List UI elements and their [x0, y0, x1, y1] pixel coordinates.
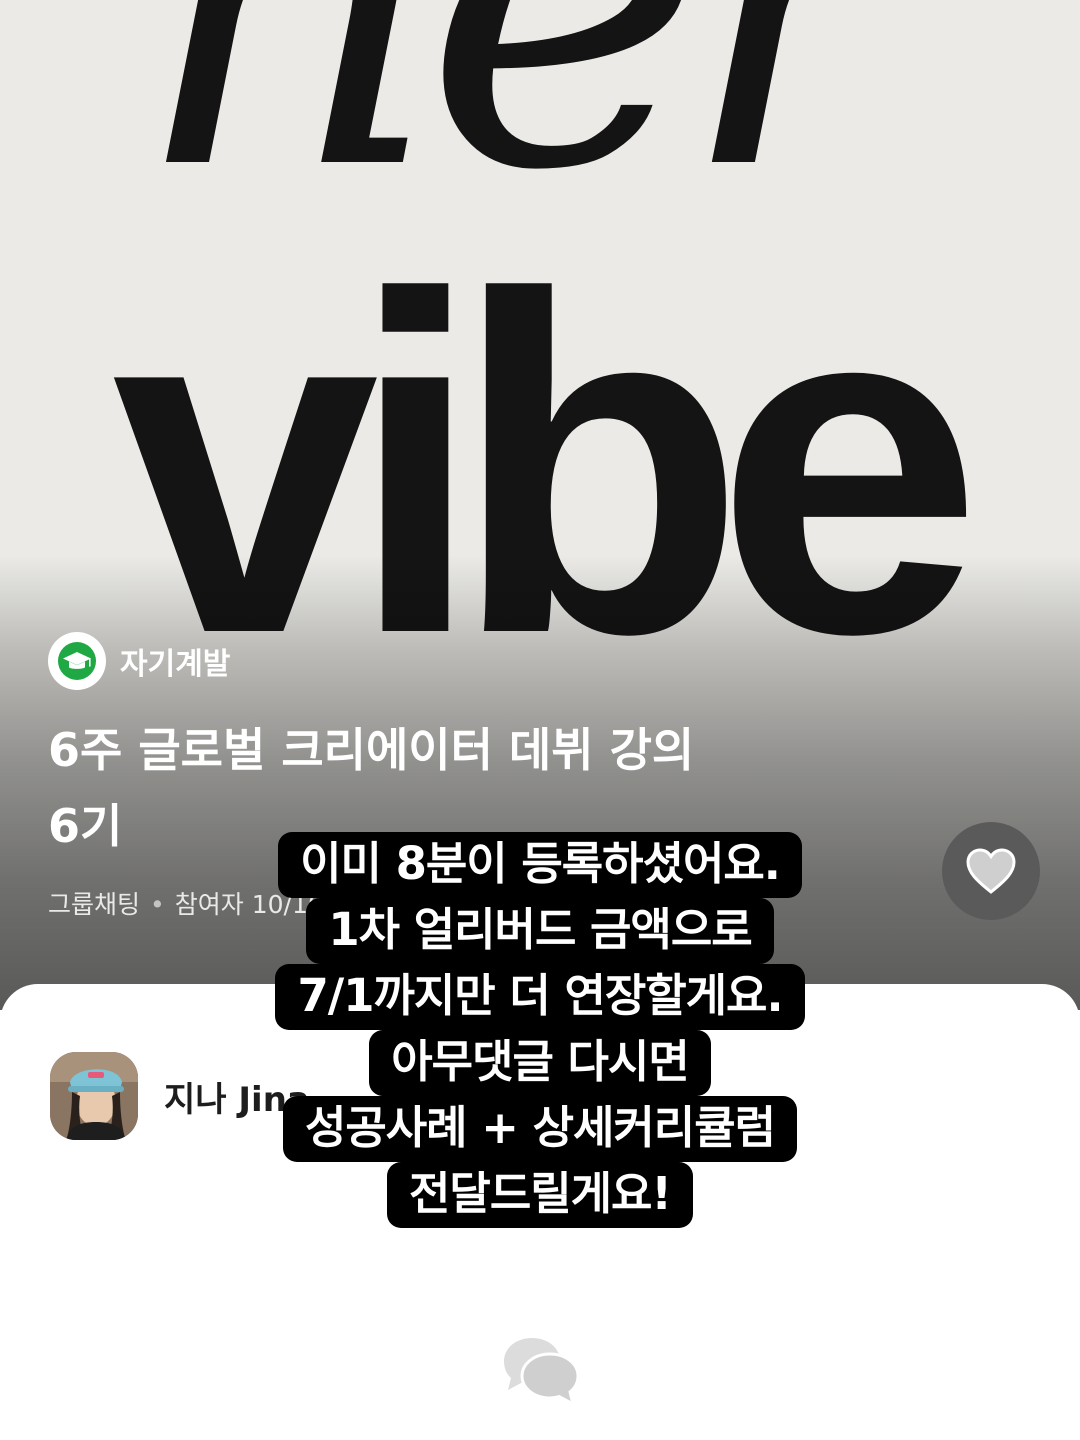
- story-caption: 이미 8분이 등록하셨어요. 1차 얼리버드 금액으로 7/1까지만 더 연장할…: [0, 832, 1080, 1228]
- category-tag: 자기계발: [48, 632, 230, 690]
- title-line-1: 6주 글로벌 크리에이터 데뷔 강의: [48, 723, 695, 777]
- caption-line-4: 아무댓글 다시면: [369, 1030, 711, 1096]
- caption-line-2: 1차 얼리버드 금액으로: [306, 898, 774, 964]
- chat-bubbles-icon[interactable]: [498, 1334, 582, 1406]
- graduation-cap-icon: [48, 632, 106, 690]
- category-label: 자기계발: [120, 647, 231, 682]
- caption-line-6: 전달드릴게요!: [387, 1162, 693, 1228]
- caption-line-3: 7/1까지만 더 연장할게요.: [275, 964, 805, 1030]
- caption-line-5: 성공사례 + 상세커리큘럼: [282, 1096, 798, 1162]
- caption-line-1: 이미 8분이 등록하셨어요.: [278, 832, 802, 898]
